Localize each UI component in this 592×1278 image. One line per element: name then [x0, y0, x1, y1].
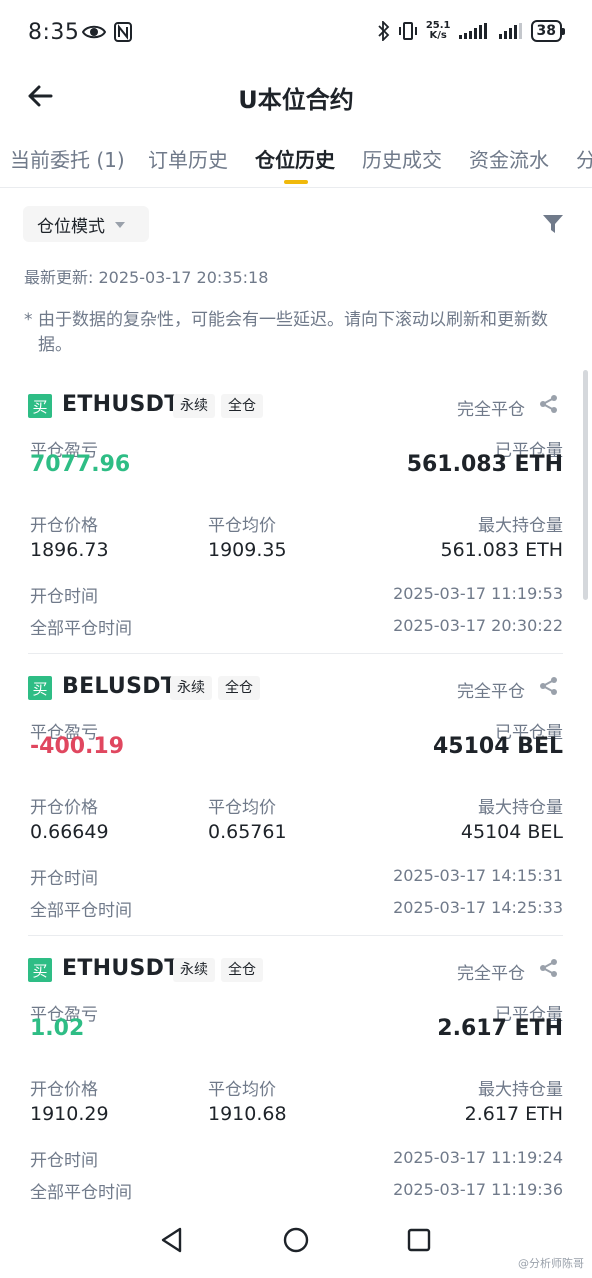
max-position-label: 最大持仓量: [478, 516, 563, 536]
open-time-label: 开仓时间: [30, 1151, 98, 1171]
open-price-label: 开仓价格: [30, 1080, 98, 1100]
battery-indicator: 38: [530, 20, 566, 42]
filter-icon[interactable]: [542, 213, 564, 235]
full-close-time-value: 2025-03-17 11:19:36: [393, 1180, 563, 1199]
header: U本位合约: [0, 68, 592, 126]
nav-back-button[interactable]: [152, 1220, 192, 1260]
tag-perpetual: 永续: [173, 958, 215, 982]
open-time-value: 2025-03-17 11:19:24: [393, 1148, 563, 1167]
side-badge-buy: 买: [28, 394, 52, 418]
open-price-value: 1896.73: [30, 539, 109, 561]
side-badge-buy: 买: [28, 958, 52, 982]
nfc-icon: [114, 22, 132, 42]
status-bar: 8:35 25.1 K/s 38: [0, 0, 592, 68]
position-card[interactable]: 买 ETHUSDT 永续 全仓 完全平仓 平仓盈亏 已平仓量 1.02 2.61…: [28, 948, 563, 1218]
open-price-label: 开仓价格: [30, 516, 98, 536]
share-icon[interactable]: [539, 958, 559, 978]
tab-position-history[interactable]: 仓位历史: [255, 144, 335, 173]
tab-open-orders[interactable]: 当前委托 (1): [10, 144, 125, 173]
close-avg-label: 平仓均价: [208, 798, 276, 818]
tab-active-indicator: [284, 180, 308, 184]
closed-qty-value: 45104 BEL: [432, 734, 563, 759]
delay-notice: * 由于数据的复杂性，可能会有一些延迟。请向下滚动以刷新和更新数据。: [24, 308, 572, 358]
open-price-value: 0.66649: [30, 821, 109, 843]
signal-icon: [458, 23, 487, 39]
system-nav-bar: [0, 1212, 592, 1278]
max-position-value: 2.617 ETH: [464, 1103, 563, 1125]
network-speed: 25.1 K/s: [425, 20, 451, 41]
status-time: 8:35: [28, 20, 80, 45]
tab-funding-flow[interactable]: 资金流水: [469, 144, 549, 173]
square-recents-icon: [407, 1228, 431, 1252]
position-mode-label: 仓位模式: [37, 216, 105, 237]
open-time-value: 2025-03-17 14:15:31: [393, 866, 563, 885]
eye-icon: [82, 25, 106, 39]
position-mode-dropdown[interactable]: 仓位模式: [23, 206, 149, 242]
full-close-time-label: 全部平仓时间: [30, 1183, 132, 1203]
vibrate-icon: [398, 22, 417, 40]
max-position-value: 45104 BEL: [460, 821, 563, 843]
tag-cross-margin: 全仓: [221, 958, 263, 982]
tag-perpetual: 永续: [173, 394, 215, 418]
bluetooth-icon: [378, 21, 390, 41]
share-icon[interactable]: [539, 394, 559, 414]
closed-qty-value: 2.617 ETH: [437, 1016, 563, 1041]
full-close-time-value: 2025-03-17 20:30:22: [393, 616, 563, 635]
full-close-time-label: 全部平仓时间: [30, 619, 132, 639]
pnl-value: 1.02: [30, 1016, 85, 1041]
close-avg-value: 1909.35: [208, 539, 287, 561]
closed-qty-value: 561.083 ETH: [406, 452, 563, 477]
card-divider: [28, 653, 563, 654]
delay-notice-text: 由于数据的复杂性，可能会有一些延迟。请向下滚动以刷新和更新数据。: [38, 310, 548, 355]
position-card[interactable]: 买 ETHUSDT 永续 全仓 完全平仓 平仓盈亏 已平仓量 7077.96 5…: [28, 384, 563, 654]
open-time-label: 开仓时间: [30, 869, 98, 889]
tab-order-history[interactable]: 订单历史: [148, 144, 228, 173]
full-close-time-value: 2025-03-17 14:25:33: [393, 898, 563, 917]
last-update-time: 最新更新: 2025-03-17 20:35:18: [24, 268, 269, 287]
max-position-label: 最大持仓量: [478, 1080, 563, 1100]
tab-trade-history[interactable]: 历史成交: [362, 144, 442, 173]
caret-down-icon: [115, 222, 125, 228]
open-price-value: 1910.29: [30, 1103, 109, 1125]
pnl-value: 7077.96: [30, 452, 131, 477]
nav-recents-button[interactable]: [399, 1220, 439, 1260]
triangle-back-icon: [161, 1227, 182, 1253]
tag-perpetual: 永续: [170, 676, 212, 700]
circle-home-icon: [283, 1227, 309, 1253]
symbol: ETHUSDT: [62, 956, 180, 981]
close-avg-label: 平仓均价: [208, 1080, 276, 1100]
close-avg-label: 平仓均价: [208, 516, 276, 536]
tag-cross-margin: 全仓: [218, 676, 260, 700]
signal-icon-2: [498, 23, 522, 39]
symbol: BELUSDT: [62, 674, 177, 699]
page-title: U本位合约: [238, 86, 354, 114]
watermark: @分析师陈哥: [518, 1257, 584, 1270]
open-time-label: 开仓时间: [30, 587, 98, 607]
symbol: ETHUSDT: [62, 392, 180, 417]
close-status: 完全平仓: [457, 682, 525, 702]
full-close-time-label: 全部平仓时间: [30, 901, 132, 921]
side-badge-buy: 买: [28, 676, 52, 700]
close-avg-value: 1910.68: [208, 1103, 287, 1125]
pnl-value: -400.19: [30, 734, 125, 759]
tab-more[interactable]: 分: [576, 144, 592, 173]
max-position-value: 561.083 ETH: [440, 539, 563, 561]
share-icon[interactable]: [539, 676, 559, 696]
close-avg-value: 0.65761: [208, 821, 287, 843]
close-status: 完全平仓: [457, 400, 525, 420]
open-price-label: 开仓价格: [30, 798, 98, 818]
scrollbar[interactable]: [583, 370, 588, 600]
card-divider: [28, 935, 563, 936]
tag-cross-margin: 全仓: [221, 394, 263, 418]
max-position-label: 最大持仓量: [478, 798, 563, 818]
open-time-value: 2025-03-17 11:19:53: [393, 584, 563, 603]
tab-bar: 当前委托 (1) 订单历史 仓位历史 历史成交 资金流水 分: [0, 136, 592, 188]
nav-home-button[interactable]: [276, 1220, 316, 1260]
close-status: 完全平仓: [457, 964, 525, 984]
position-card[interactable]: 买 BELUSDT 永续 全仓 完全平仓 平仓盈亏 已平仓量 -400.19 4…: [28, 666, 563, 936]
